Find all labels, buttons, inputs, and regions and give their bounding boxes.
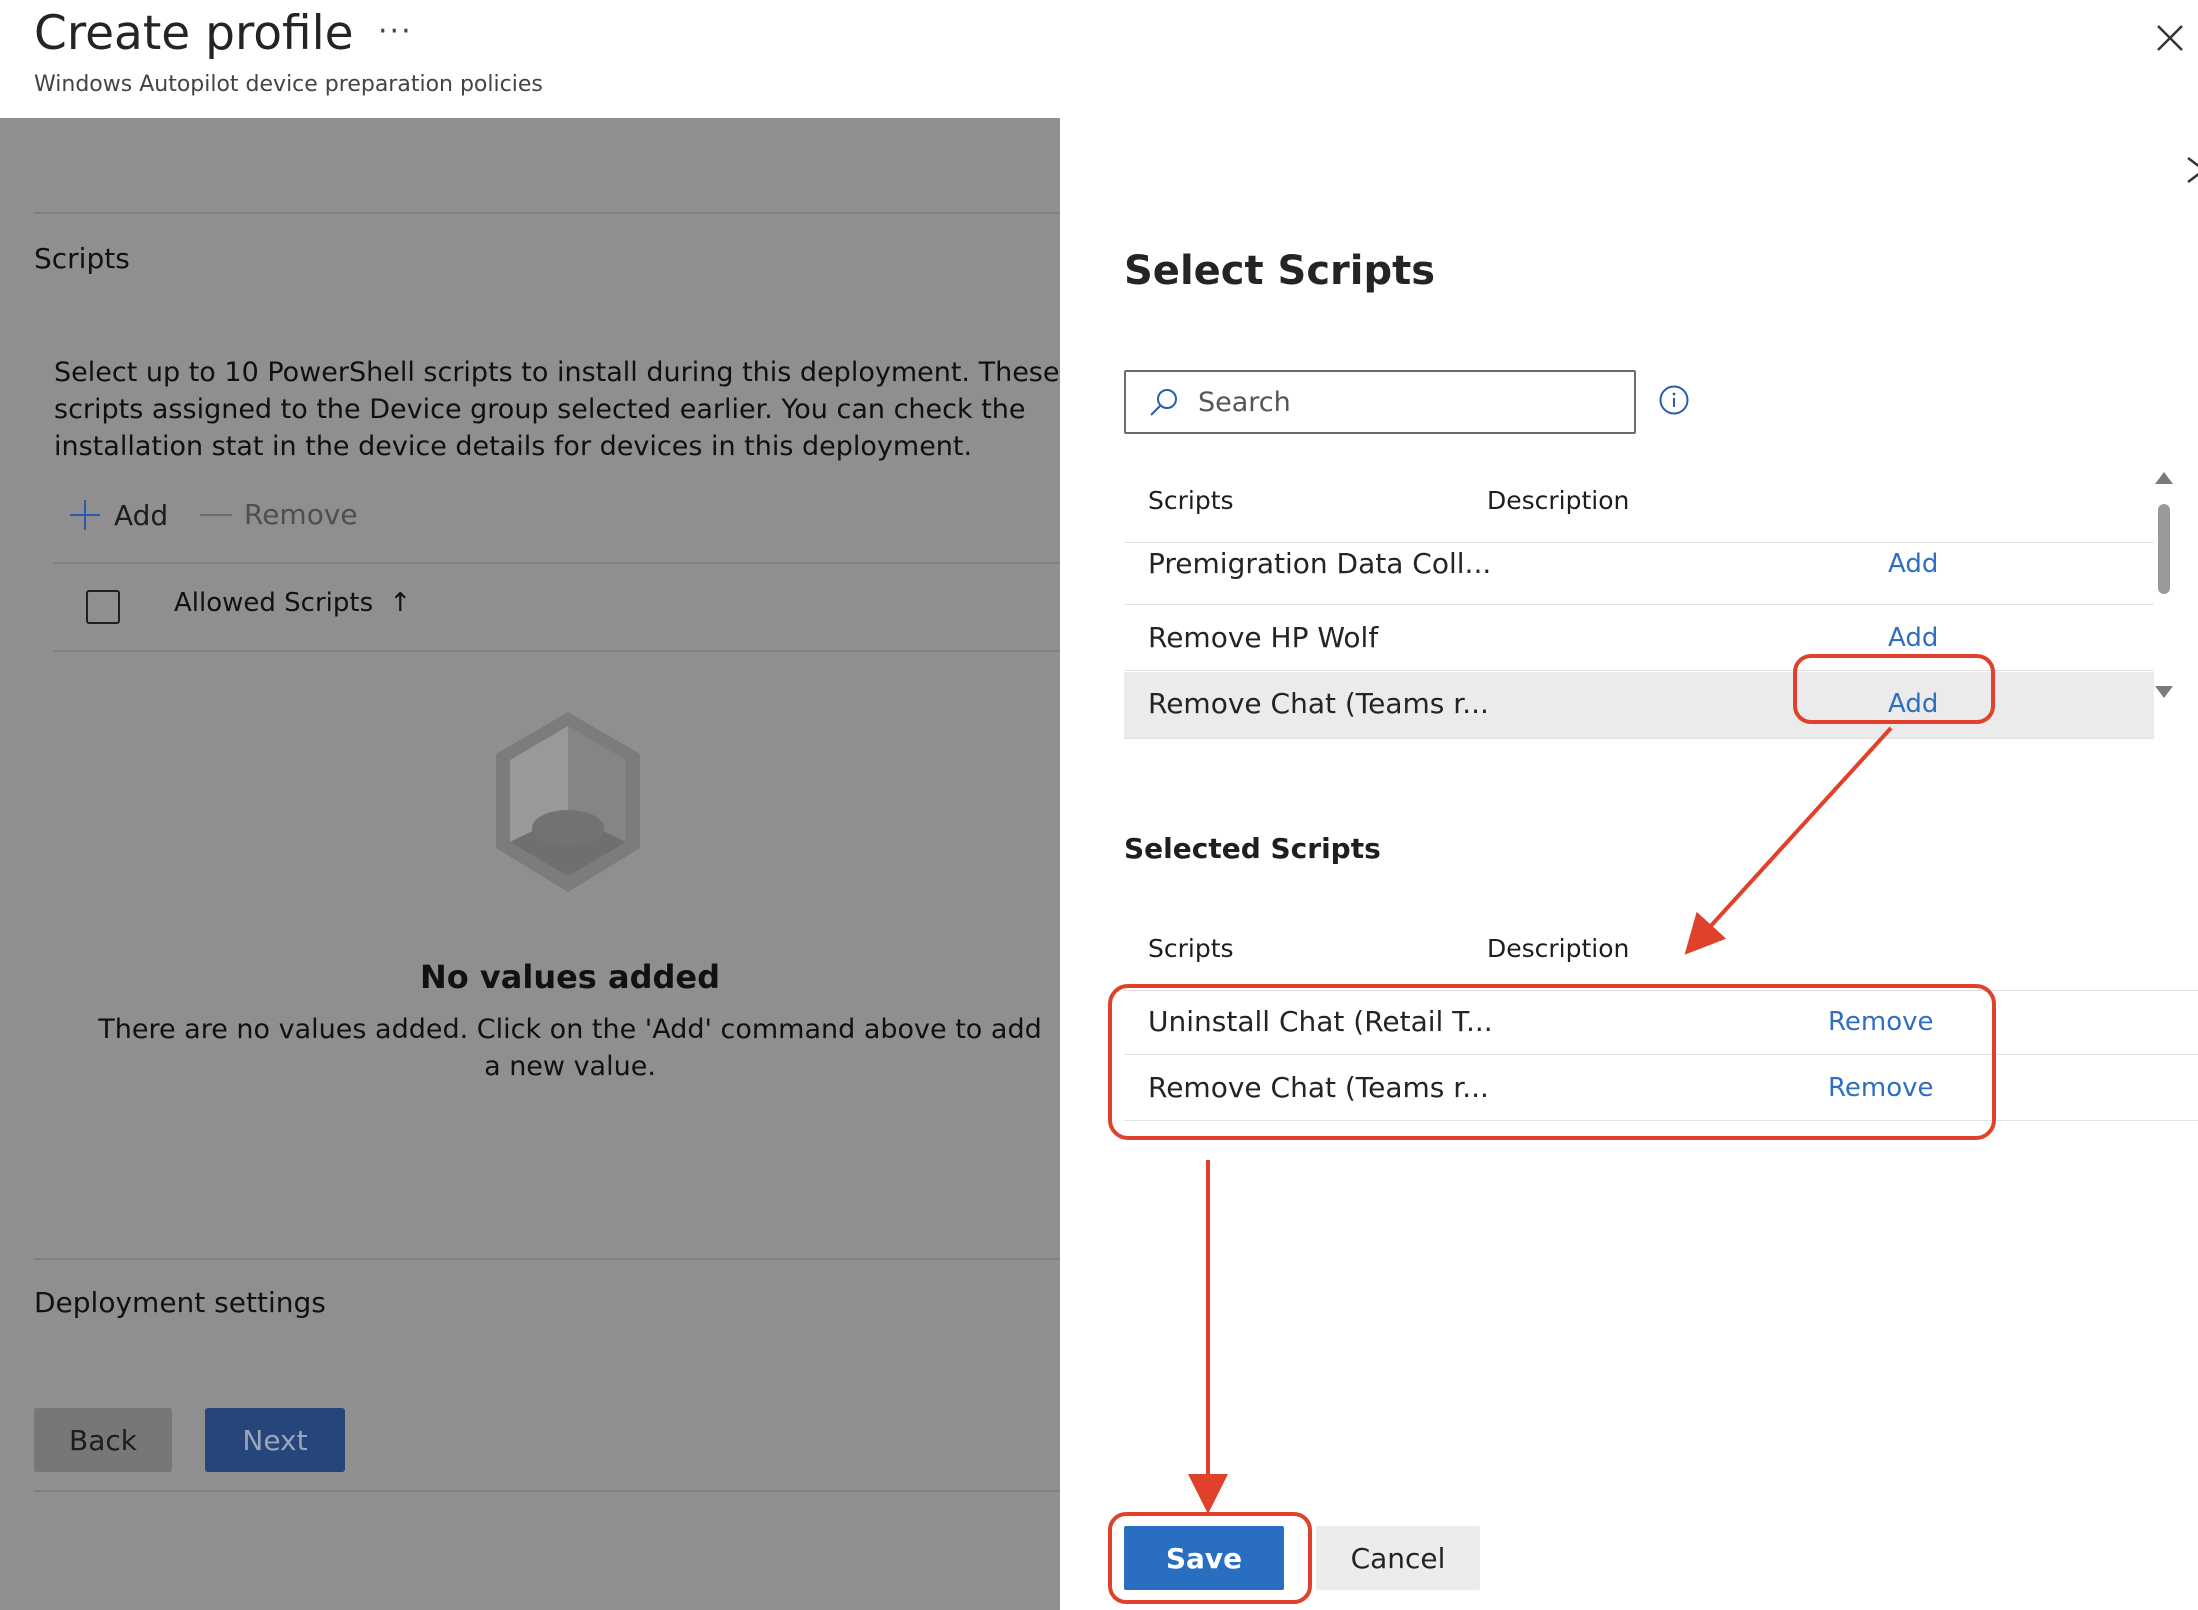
scroll-down-icon[interactable] xyxy=(2155,686,2173,698)
available-script-row: Remove HP Wolf Add xyxy=(1124,606,2154,671)
divider xyxy=(34,212,1060,214)
add-button[interactable]: Add xyxy=(68,498,168,532)
available-script-row-selected: Remove Chat (Teams r... Add xyxy=(1124,672,2154,739)
search-icon xyxy=(1150,389,1177,416)
column-header-allowed-scripts[interactable]: Allowed Scripts ↑ xyxy=(174,588,411,618)
info-icon[interactable] xyxy=(1658,384,1690,416)
script-name: Uninstall Chat (Retail T... xyxy=(1148,1005,1493,1038)
script-name: Remove HP Wolf xyxy=(1148,621,1379,654)
more-options-icon[interactable]: ··· xyxy=(378,14,413,49)
empty-state-text: There are no values added. Click on the … xyxy=(98,1014,1042,1082)
minus-icon xyxy=(200,513,232,516)
script-name: Remove Chat (Teams r... xyxy=(1148,1071,1489,1104)
back-button[interactable]: Back xyxy=(34,1408,172,1472)
search-input[interactable] xyxy=(1196,384,1620,420)
scroll-up-icon[interactable] xyxy=(2155,472,2173,484)
selected-scripts-title: Selected Scripts xyxy=(1124,832,1381,865)
script-name: Premigration Data Coll... xyxy=(1148,547,1492,580)
selected-script-row: Uninstall Chat (Retail T... Remove xyxy=(1124,990,2198,1055)
column-header-label: Allowed Scripts xyxy=(174,588,374,618)
save-button[interactable]: Save xyxy=(1124,1526,1284,1590)
remove-button[interactable]: Remove xyxy=(200,498,358,531)
add-script-button[interactable]: Add xyxy=(1888,542,1938,586)
scrollbar[interactable] xyxy=(2150,468,2178,710)
page-subtitle: Windows Autopilot device preparation pol… xyxy=(34,72,543,97)
divider xyxy=(54,562,1060,564)
plus-icon xyxy=(68,498,102,532)
column-header-scripts[interactable]: Scripts xyxy=(1148,934,1234,963)
select-scripts-panel: Select Scripts Scripts Description Premi… xyxy=(1060,118,2198,1610)
remove-script-button[interactable]: Remove xyxy=(1828,990,1934,1054)
divider xyxy=(34,1258,1060,1260)
divider xyxy=(34,1490,1060,1492)
script-name: Remove Chat (Teams r... xyxy=(1148,687,1489,720)
scrollbar-thumb[interactable] xyxy=(2158,504,2170,594)
cancel-button[interactable]: Cancel xyxy=(1316,1526,1480,1590)
page-header: Create profile ··· Windows Autopilot dev… xyxy=(0,0,2198,118)
add-label: Add xyxy=(114,498,169,532)
remove-label: Remove xyxy=(244,498,358,531)
column-header-description[interactable]: Description xyxy=(1487,934,1629,963)
column-header-scripts[interactable]: Scripts xyxy=(1148,486,1234,515)
scripts-section-title: Scripts xyxy=(34,242,130,275)
close-panel-icon[interactable] xyxy=(2184,154,2198,184)
selected-script-row: Remove Chat (Teams r... Remove xyxy=(1124,1056,2198,1121)
deployment-settings-title: Deployment settings xyxy=(34,1286,326,1319)
available-script-row: Premigration Data Coll... Add xyxy=(1124,542,2154,605)
add-script-button[interactable]: Add xyxy=(1888,606,1938,670)
remove-script-button[interactable]: Remove xyxy=(1828,1056,1934,1120)
column-header-description[interactable]: Description xyxy=(1487,486,1629,515)
add-script-button[interactable]: Add xyxy=(1888,672,1938,736)
profile-content-dimmed: Scripts Select up to 10 PowerShell scrip… xyxy=(0,118,1060,1610)
sort-ascending-icon: ↑ xyxy=(389,588,412,618)
divider xyxy=(54,650,1060,652)
scripts-description: Select up to 10 PowerShell scripts to in… xyxy=(54,357,1060,462)
empty-box-icon xyxy=(496,712,640,892)
close-icon[interactable] xyxy=(2152,20,2188,56)
select-all-checkbox[interactable] xyxy=(86,590,120,624)
empty-state-title: No values added xyxy=(419,958,720,996)
page-title: Create profile xyxy=(34,6,354,61)
search-box[interactable] xyxy=(1124,370,1636,434)
next-button[interactable]: Next xyxy=(205,1408,345,1472)
panel-title: Select Scripts xyxy=(1124,248,1436,294)
